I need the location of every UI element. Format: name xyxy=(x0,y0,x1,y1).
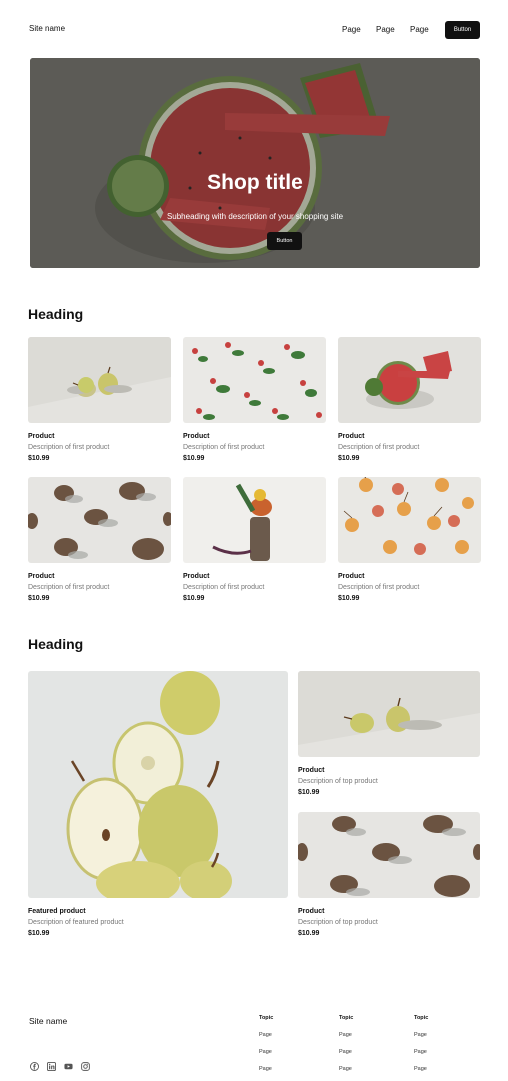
top-product-card[interactable]: Product Description of top product $10.9… xyxy=(298,671,480,796)
instagram-icon[interactable] xyxy=(81,1062,90,1071)
product-image-pears[interactable] xyxy=(28,337,171,423)
youtube-icon[interactable] xyxy=(64,1062,73,1071)
product-image-cherries[interactable] xyxy=(338,477,481,563)
product-card[interactable]: Product Description of first product $10… xyxy=(28,337,171,462)
product-image-vegetable-stack[interactable] xyxy=(183,477,326,563)
hero-subheading: Subheading with description of your shop… xyxy=(166,212,344,221)
footer-link[interactable]: Page xyxy=(339,1066,353,1072)
product-card[interactable]: Product Description of first product $10… xyxy=(183,477,326,602)
product-description: Description of first product xyxy=(183,444,265,451)
footer-topic: Topic xyxy=(259,1015,274,1021)
product-description: Description of first product xyxy=(28,584,110,591)
product-name: Product xyxy=(28,573,55,580)
featured-product-description: Description of featured product xyxy=(28,919,124,926)
product-name: Product xyxy=(183,573,210,580)
featured-product-card[interactable]: Featured product Description of featured… xyxy=(28,671,288,937)
product-price: $10.99 xyxy=(183,455,205,462)
nav-link-page-3[interactable]: Page xyxy=(410,25,429,34)
product-description: Description of first product xyxy=(28,444,110,451)
section-heading-featured: Heading xyxy=(28,636,84,652)
footer-link[interactable]: Page xyxy=(414,1032,428,1038)
product-name: Product xyxy=(338,573,365,580)
product-name: Product xyxy=(338,433,365,440)
product-price: $10.99 xyxy=(28,595,50,602)
product-card[interactable]: Product Description of first product $10… xyxy=(28,477,171,602)
top-product-image-mushrooms[interactable] xyxy=(298,812,480,898)
footer-link[interactable]: Page xyxy=(414,1049,428,1055)
product-price: $10.99 xyxy=(183,595,205,602)
linkedin-icon[interactable] xyxy=(47,1062,56,1071)
footer-link[interactable]: Page xyxy=(259,1049,273,1055)
top-product-name: Product xyxy=(298,908,325,915)
footer-link[interactable]: Page xyxy=(414,1066,428,1072)
top-product-name: Product xyxy=(298,767,325,774)
footer-topic: Topic xyxy=(414,1015,429,1021)
footer-link[interactable]: Page xyxy=(259,1066,273,1072)
top-product-price: $10.99 xyxy=(298,930,320,937)
featured-product-name: Featured product xyxy=(28,908,86,915)
product-card[interactable]: Product Description of first product $10… xyxy=(183,337,326,462)
product-card[interactable]: Product Description of first product $10… xyxy=(338,477,481,602)
product-description: Description of first product xyxy=(338,584,420,591)
top-product-description: Description of top product xyxy=(298,919,378,926)
product-image-mushrooms[interactable] xyxy=(28,477,171,563)
hero-button[interactable]: Button xyxy=(267,232,302,250)
section-heading-products: Heading xyxy=(28,306,84,322)
site-name[interactable]: Site name xyxy=(29,24,65,33)
footer-column: Topic Page Page Page xyxy=(339,1015,353,1072)
product-price: $10.99 xyxy=(338,455,360,462)
footer-link[interactable]: Page xyxy=(339,1049,353,1055)
site-header: Site name Page Page Page Button xyxy=(0,0,508,58)
top-product-price: $10.99 xyxy=(298,789,320,796)
top-product-description: Description of top product xyxy=(298,778,378,785)
footer-site-name[interactable]: Site name xyxy=(29,1016,67,1026)
product-description: Description of first product xyxy=(338,444,420,451)
product-description: Description of first product xyxy=(183,584,265,591)
product-image-radishes[interactable] xyxy=(183,337,326,423)
product-name: Product xyxy=(28,433,55,440)
product-price: $10.99 xyxy=(28,455,50,462)
nav-link-page-2[interactable]: Page xyxy=(376,25,395,34)
shop-title: Shop title xyxy=(207,171,303,194)
product-image-watermelon[interactable] xyxy=(338,337,481,423)
footer-topic: Topic xyxy=(339,1015,354,1021)
featured-product-price: $10.99 xyxy=(28,930,50,937)
hero-banner: Shop title Subheading with description o… xyxy=(30,58,480,268)
footer-column: Topic Page Page Page xyxy=(259,1015,273,1072)
top-product-image-pears[interactable] xyxy=(298,671,480,757)
product-name: Product xyxy=(183,433,210,440)
header-button[interactable]: Button xyxy=(445,21,480,39)
footer-link[interactable]: Page xyxy=(339,1032,353,1038)
product-card[interactable]: Product Description of first product $10… xyxy=(338,337,481,462)
footer-column: Topic Page Page Page xyxy=(414,1015,428,1072)
footer-link[interactable]: Page xyxy=(259,1032,273,1038)
nav-link-page-1[interactable]: Page xyxy=(342,25,361,34)
featured-product-image[interactable] xyxy=(28,671,288,898)
facebook-icon[interactable] xyxy=(30,1062,39,1071)
top-product-card[interactable]: Product Description of top product $10.9… xyxy=(298,812,480,937)
product-price: $10.99 xyxy=(338,595,360,602)
